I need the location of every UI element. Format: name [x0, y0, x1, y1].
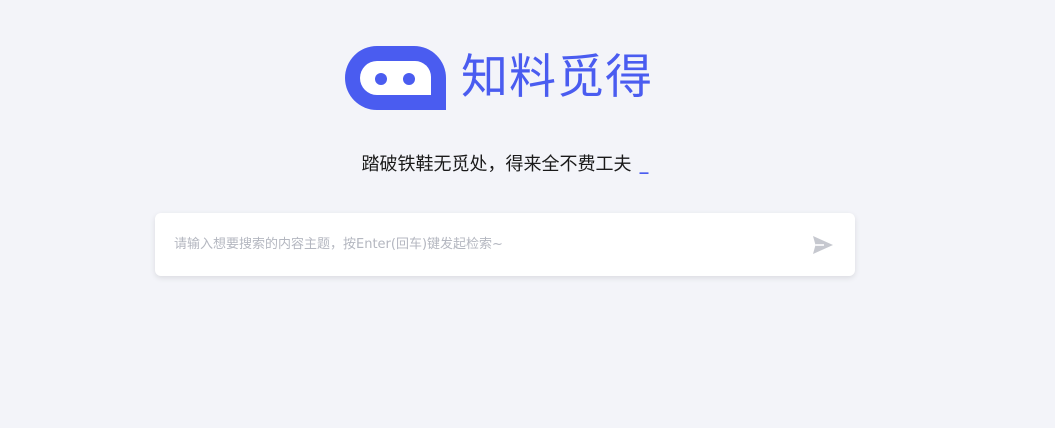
chat-bot-logo-icon — [345, 46, 446, 110]
typing-cursor: _ — [639, 154, 649, 175]
slogan-text: 踏破铁鞋无觅处，得来全不费工夫 — [361, 154, 632, 175]
send-icon[interactable] — [811, 233, 835, 257]
search-input[interactable] — [174, 213, 794, 276]
slogan: 踏破铁鞋无觅处，得来全不费工夫 _ — [0, 152, 1010, 178]
brand-name: 知料觅得 — [461, 50, 653, 105]
logo: 知料觅得 — [345, 46, 653, 110]
page: 知料觅得 踏破铁鞋无觅处，得来全不费工夫 _ — [0, 0, 1055, 428]
search-box — [155, 213, 855, 276]
